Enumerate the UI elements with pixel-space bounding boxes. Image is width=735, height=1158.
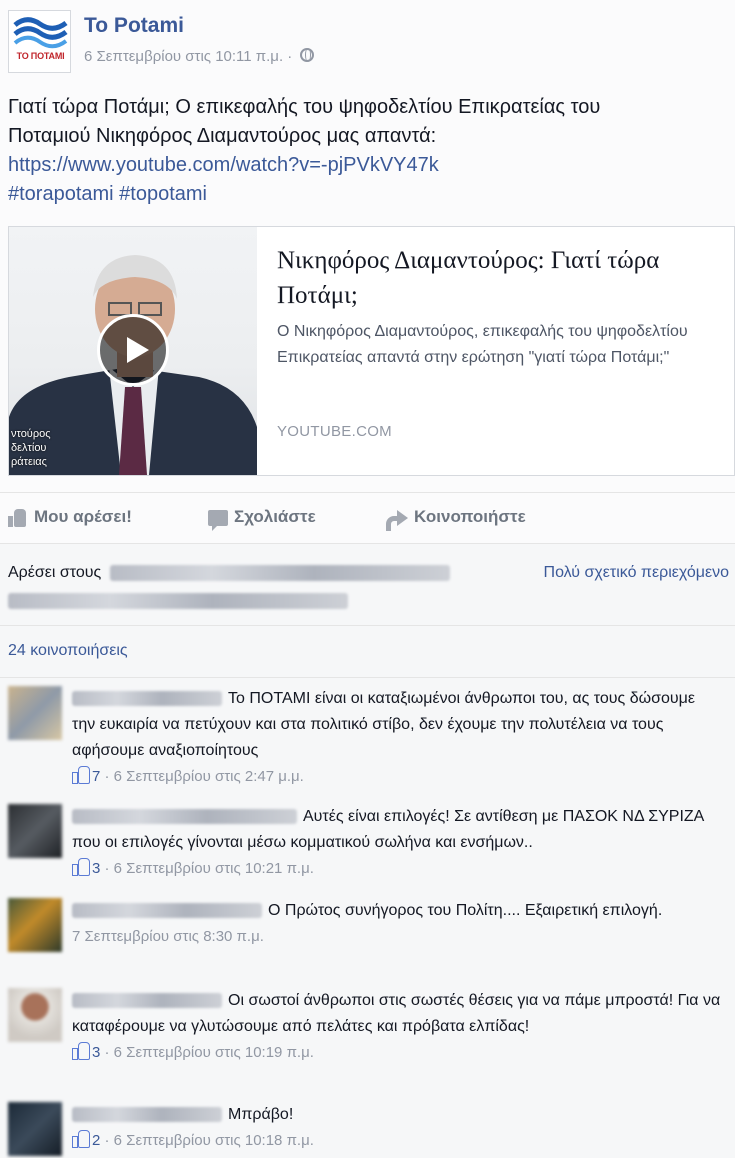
blurred-names-line-2 xyxy=(8,592,348,609)
preview-title[interactable]: Νικηφόρος Διαμαντούρος: Γιατί τώρα Ποτάμ… xyxy=(277,243,717,313)
comment-body: Ο Πρώτος συνήγορος του Πολίτη.... Εξαιρε… xyxy=(72,898,722,950)
post-header: ΤΟ ΠΟΤΑΜΙ To Potami 6 Σεπτεμβρίου στις 1… xyxy=(8,10,728,74)
video-caption-line-3: ράτειας xyxy=(11,456,47,468)
comment-text: Μπράβο! xyxy=(228,1106,294,1123)
share-icon xyxy=(386,509,408,531)
like-button[interactable]: Μου αρέσει! xyxy=(8,507,132,527)
post-text-line-2: Ποταμιού Νικηφόρος Διαμαντούρος μας απαν… xyxy=(8,125,437,147)
comment-label: Σχολιάστε xyxy=(234,507,316,526)
like-label: Μου αρέσει! xyxy=(34,507,132,526)
comment-item: Ο Πρώτος συνήγορος του Πολίτη.... Εξαιρε… xyxy=(8,898,728,978)
comment-item: Το ΠΟΤΑΜΙ είναι οι καταξιωμένοι άνθρωποι… xyxy=(8,686,728,786)
video-caption-line-2: δελτίου xyxy=(11,442,47,454)
wave-logo-icon xyxy=(13,17,68,49)
post-text-line-1: Γιατί τώρα Ποτάμι; Ο επικεφαλής του ψηφο… xyxy=(8,96,601,118)
likes-prefix: Αρέσει στους xyxy=(8,564,102,581)
avatar[interactable] xyxy=(8,988,62,1042)
comment-meta: 7 · 6 Σεπτεμβρίου στις 2:47 μ.μ. xyxy=(72,764,722,790)
comment-time[interactable]: · 6 Σεπτεμβρίου στις 10:21 π.μ. xyxy=(100,860,314,877)
like-icon xyxy=(8,508,28,527)
commenter-name[interactable] xyxy=(72,691,222,707)
comment-body: Οι σωστοί άνθρωποι στις σωστές θέσεις γι… xyxy=(72,988,722,1066)
avatar[interactable] xyxy=(8,686,62,740)
share-label: Κοινοποιήστε xyxy=(414,507,526,526)
comment-meta: 7 Σεπτεμβρίου στις 8:30 π.μ. xyxy=(72,924,722,950)
comment-time[interactable]: · 6 Σεπτεμβρίου στις 2:47 μ.μ. xyxy=(100,768,304,785)
commenter-name[interactable] xyxy=(72,903,262,919)
post-hashtags[interactable]: #torapotami #topotami xyxy=(8,180,728,209)
preview-description: Ο Νικηφόρος Διαμαντούρος, επικεφαλής του… xyxy=(277,323,688,366)
comment-button[interactable]: Σχολιάστε xyxy=(208,507,316,531)
comment-time[interactable]: 7 Σεπτεμβρίου στις 8:30 π.μ. xyxy=(72,928,264,945)
comment-item: Μπράβο! 2 · 6 Σεπτεμβρίου στις 10:18 π.μ… xyxy=(8,1102,728,1156)
share-button[interactable]: Κοινοποιήστε xyxy=(386,507,526,531)
comment-item: Οι σωστοί άνθρωποι στις σωστές θέσεις γι… xyxy=(8,988,728,1088)
page-name[interactable]: To Potami xyxy=(84,14,184,38)
avatar[interactable] xyxy=(8,804,62,858)
likes-text: Αρέσει στους xyxy=(8,564,450,610)
action-bar: Μου αρέσει! Σχολιάστε Κοινοποιήστε xyxy=(0,492,735,544)
commenter-name[interactable] xyxy=(72,1107,222,1123)
comment-time[interactable]: · 6 Σεπτεμβρίου στις 10:18 π.μ. xyxy=(100,1132,314,1149)
video-caption: ντούρος δελτίου ράτειας xyxy=(11,427,51,469)
comment-body: Αυτές είναι επιλογές! Σε αντίθεση με ΠΑΣ… xyxy=(72,804,722,882)
comment-text: Ο Πρώτος συνήγορος του Πολίτη.... Εξαιρε… xyxy=(268,902,663,919)
avatar[interactable] xyxy=(8,898,62,952)
shares-row: 24 κοινοποιήσεις xyxy=(0,626,735,678)
blurred-names xyxy=(109,564,450,581)
commenter-name[interactable] xyxy=(72,809,297,825)
comment-time[interactable]: · 6 Σεπτεμβρίου στις 10:19 π.μ. xyxy=(100,1044,314,1061)
comment-meta: 2 · 6 Σεπτεμβρίου στις 10:18 π.μ. xyxy=(72,1128,722,1154)
post-timestamp-text[interactable]: 6 Σεπτεμβρίου στις 10:11 π.μ. · xyxy=(84,48,292,65)
shares-count[interactable]: 24 κοινοποιήσεις xyxy=(8,642,128,660)
post-link[interactable]: https://www.youtube.com/watch?v=-pjPVkVY… xyxy=(8,151,728,180)
avatar[interactable] xyxy=(8,1102,62,1156)
facebook-post-card: ΤΟ ΠΟΤΑΜΙ To Potami 6 Σεπτεμβρίου στις 1… xyxy=(0,0,735,1158)
link-preview[interactable]: ντούρος δελτίου ράτειας Νικηφόρος Διαμαν… xyxy=(8,226,735,476)
globe-icon xyxy=(300,48,315,62)
preview-source: YOUTUBE.COM xyxy=(277,423,392,440)
comments-list: Το ΠΟΤΑΜΙ είναι οι καταξιωμένοι άνθρωποι… xyxy=(0,678,735,1158)
comment-body: Μπράβο! 2 · 6 Σεπτεμβρίου στις 10:18 π.μ… xyxy=(72,1102,722,1154)
commenter-name[interactable] xyxy=(72,993,222,1009)
like-count-icon xyxy=(72,1042,90,1060)
page-logo[interactable]: ΤΟ ΠΟΤΑΜΙ xyxy=(8,10,71,73)
like-count-icon xyxy=(72,766,90,784)
like-count-icon xyxy=(72,1130,90,1148)
comment-icon xyxy=(208,509,228,531)
comment-meta: 3 · 6 Σεπτεμβρίου στις 10:19 π.μ. xyxy=(72,1040,722,1066)
comment-body: Το ΠΟΤΑΜΙ είναι οι καταξιωμένοι άνθρωποι… xyxy=(72,686,722,790)
video-caption-line-1: ντούρος xyxy=(11,428,51,440)
like-count-icon xyxy=(72,858,90,876)
post-text: Γιατί τώρα Ποτάμι; Ο επικεφαλής του ψηφο… xyxy=(8,93,728,209)
play-icon[interactable] xyxy=(97,314,169,386)
likes-summary: Αρέσει στους Πολύ σχετικό περιεχόμενο xyxy=(0,544,735,626)
comment-meta: 3 · 6 Σεπτεμβρίου στις 10:21 π.μ. xyxy=(72,856,722,882)
post-timestamp[interactable]: 6 Σεπτεμβρίου στις 10:11 π.μ. · xyxy=(84,48,315,65)
comment-item: Αυτές είναι επιλογές! Σε αντίθεση με ΠΑΣ… xyxy=(8,804,728,884)
relevance-filter[interactable]: Πολύ σχετικό περιεχόμενο xyxy=(544,564,729,582)
logo-text: ΤΟ ΠΟΤΑΜΙ xyxy=(16,51,65,61)
video-thumbnail[interactable]: ντούρος δελτίου ράτειας xyxy=(9,227,257,475)
